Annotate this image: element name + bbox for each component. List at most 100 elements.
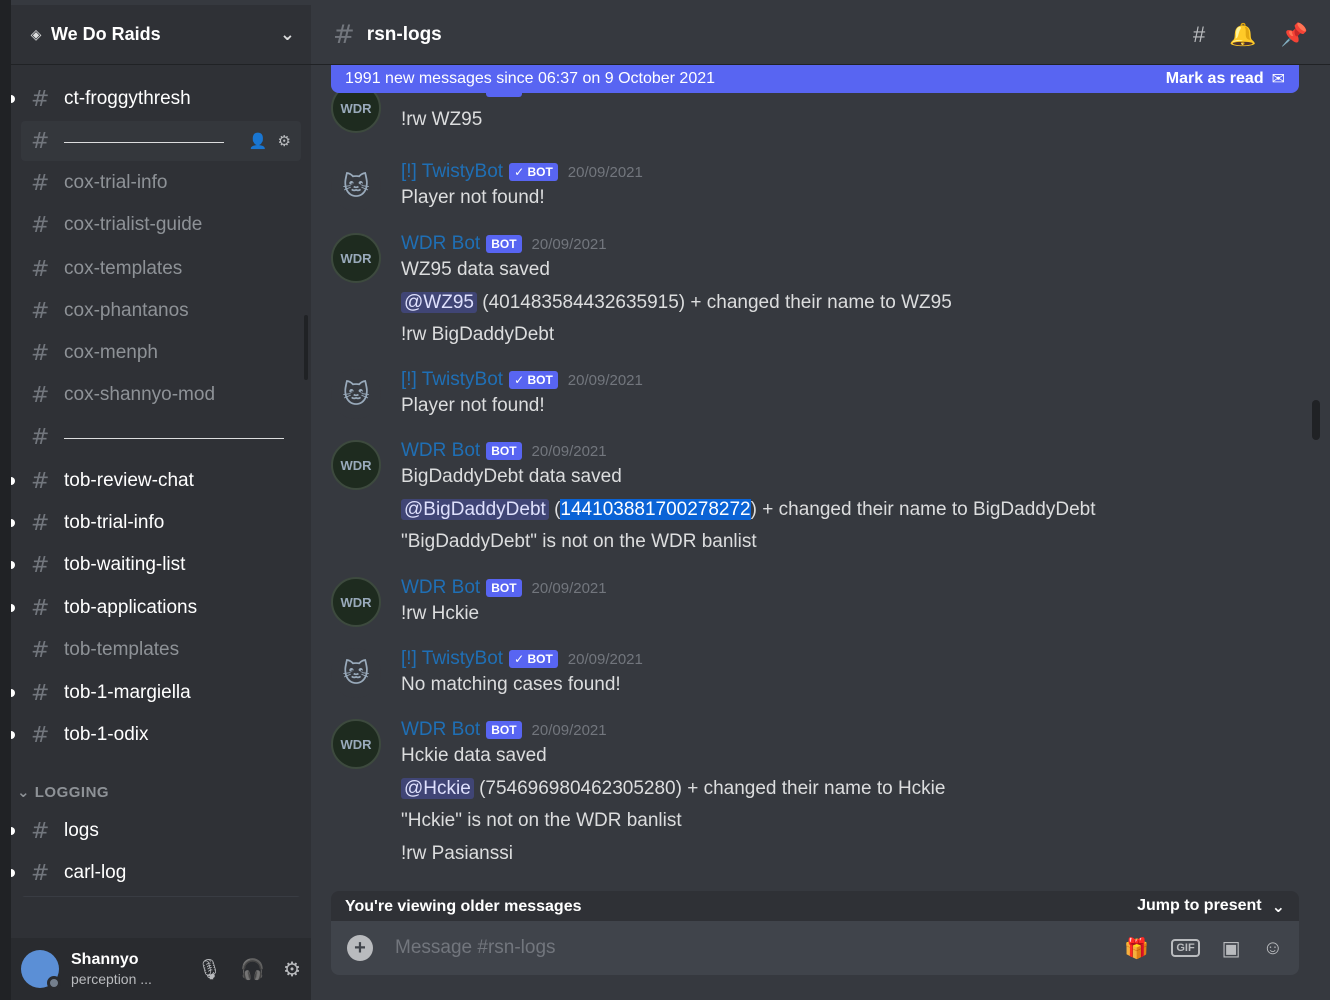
user-status: perception ...: [71, 971, 152, 987]
threads-icon[interactable]: #: [1193, 22, 1205, 48]
user-mention[interactable]: @WZ95: [401, 292, 477, 313]
channel-name: cox-phantanos: [64, 300, 189, 321]
hash-icon: #: [31, 382, 50, 408]
add-attachment-icon[interactable]: +: [347, 935, 373, 961]
mention-text: + changed their name to Hckie: [681, 778, 946, 799]
sidebar-channel[interactable]: # cox-templates: [21, 249, 301, 289]
message-author[interactable]: WDR Bot: [401, 719, 480, 741]
mention-text: + changed their name to WZ95: [685, 292, 952, 313]
hash-icon: #: [31, 552, 50, 578]
channel-name: tob-applications: [64, 597, 198, 618]
unread-dot: [11, 689, 15, 697]
message-author[interactable]: WDR Bot: [401, 577, 480, 599]
hash-icon: #: [31, 680, 50, 706]
unread-dot: [11, 561, 15, 569]
user-id: (401483584432635915): [482, 292, 686, 313]
sidebar-channel[interactable]: #: [21, 417, 301, 457]
sidebar-channel[interactable]: # cox-phantanos: [21, 291, 301, 331]
sidebar-channel[interactable]: # tob-trial-info: [11, 503, 301, 543]
headphones-icon[interactable]: 🎧: [240, 957, 265, 982]
mark-as-read-button[interactable]: Mark as read ✉: [1166, 69, 1285, 89]
sidebar-channel[interactable]: # tob-1-margiella: [11, 673, 301, 713]
microphone-icon[interactable]: 🎙: [197, 957, 222, 982]
older-messages-bar: You're viewing older messages Jump to pr…: [331, 891, 1299, 923]
sidebar-scrollbar[interactable]: [304, 315, 308, 380]
sidebar-channel[interactable]: # tob-1-odix: [11, 715, 301, 755]
gift-icon[interactable]: 🎁: [1124, 936, 1149, 961]
category-logging[interactable]: ⌄ LOGGING: [17, 783, 109, 801]
sidebar-channel[interactable]: # cox-menph: [21, 333, 301, 373]
unread-dot: [11, 477, 15, 485]
avatar[interactable]: [21, 950, 61, 990]
user-mention[interactable]: @BigDaddyDebt: [401, 499, 549, 520]
bot-badge: ✓ BOT: [509, 650, 558, 668]
user-mention[interactable]: @Hckie: [401, 778, 474, 799]
message-timestamp: 20/09/2021: [531, 442, 607, 460]
message-author[interactable]: [!] TwistyBot: [401, 161, 503, 183]
gif-icon[interactable]: GIF: [1171, 939, 1200, 957]
message-author[interactable]: [!] TwistyBot: [401, 369, 503, 391]
message-line: @Hckie (754696980462305280) + changed th…: [401, 778, 945, 800]
server-name: We Do Raids: [51, 24, 161, 44]
bell-icon[interactable]: 🔔: [1229, 22, 1256, 48]
message-line: No matching cases found!: [401, 674, 621, 695]
channel-name: cox-trialist-guide: [64, 214, 203, 235]
message-author[interactable]: [!] TwistyBot: [401, 648, 503, 670]
sidebar-channel[interactable]: # tob-templates: [21, 630, 301, 670]
hash-icon: #: [31, 468, 50, 494]
avatar[interactable]: WDR: [331, 440, 381, 490]
sticker-icon[interactable]: ▣: [1222, 936, 1241, 961]
unread-dot: [11, 827, 15, 835]
bot-badge: BOT: [486, 721, 522, 739]
avatar[interactable]: WDR: [331, 719, 381, 769]
pin-icon[interactable]: 📌: [1281, 22, 1308, 48]
channel-name: tob-1-odix: [64, 724, 149, 745]
gear-icon[interactable]: ⚙: [283, 957, 301, 982]
unread-dot: [11, 95, 15, 103]
avatar[interactable]: WDR: [331, 233, 381, 283]
avatar[interactable]: WDR: [331, 577, 381, 627]
sidebar-channel[interactable]: #rsn-logs👤: [21, 896, 301, 897]
avatar[interactable]: 🐱: [331, 648, 381, 698]
invite-icon[interactable]: 👤: [249, 132, 268, 150]
sidebar-channel[interactable]: # tob-review-chat: [11, 461, 301, 501]
hash-icon: #: [31, 86, 50, 112]
hash-icon: #: [31, 637, 50, 663]
bot-badge: BOT: [486, 579, 522, 597]
sidebar-channel[interactable]: # cox-shannyo-mod: [21, 375, 301, 415]
chevron-down-icon[interactable]: ⌄: [280, 24, 295, 45]
message-author[interactable]: WDR Bot: [401, 233, 480, 255]
unread-dot: [11, 519, 15, 527]
status-indicator: [47, 976, 61, 990]
mark-read-icon: ✉: [1271, 71, 1285, 88]
chat-scrollbar[interactable]: [1312, 400, 1320, 440]
sidebar-channel[interactable]: # cox-trialist-guide: [21, 205, 301, 245]
sidebar-channel[interactable]: # carl-log: [11, 853, 301, 893]
user-id: 144103881700278272: [560, 499, 751, 520]
bot-badge: BOT: [486, 235, 522, 253]
new-messages-bar[interactable]: 1991 new messages since 06:37 on 9 Octob…: [331, 65, 1299, 93]
gear-icon[interactable]: ⚙: [278, 132, 291, 150]
hash-icon: #: [31, 340, 50, 366]
sidebar-channel[interactable]: # logs: [11, 811, 301, 851]
user-name: Shannyo: [71, 951, 139, 968]
emoji-icon[interactable]: ☺: [1263, 937, 1283, 960]
message-timestamp: 20/09/2021: [531, 235, 607, 253]
channel-divider: [64, 141, 224, 143]
hash-icon: #: [31, 128, 50, 154]
message-composer: + Message #rsn-logs 🎁 GIF ▣ ☺: [331, 921, 1299, 975]
sidebar-channel[interactable]: # cox-trial-info: [21, 163, 301, 203]
server-header[interactable]: ◈ We Do Raids ⌄: [11, 5, 311, 65]
message-author[interactable]: WDR Bot: [401, 440, 480, 462]
avatar[interactable]: 🐱: [331, 369, 381, 419]
avatar[interactable]: 🐱: [331, 161, 381, 211]
sidebar-channel[interactable]: # tob-applications: [11, 588, 301, 628]
sidebar-channel[interactable]: # ct-froggythresh: [11, 79, 301, 119]
sidebar-channel[interactable]: # 👤 ⚙: [21, 121, 301, 161]
hash-icon: #: [31, 256, 50, 282]
sidebar-channel[interactable]: # tob-waiting-list: [11, 545, 301, 585]
mention-text: ) + changed their name to BigDaddyDebt: [750, 499, 1096, 520]
message-list: WDR WDR Bot BOT 20/09/2021 !rw WZ95 🐱 [!] Twis…: [311, 65, 1311, 890]
jump-to-present-button[interactable]: Jump to present ⌄: [1137, 897, 1285, 917]
message-input[interactable]: Message #rsn-logs: [395, 937, 556, 959]
